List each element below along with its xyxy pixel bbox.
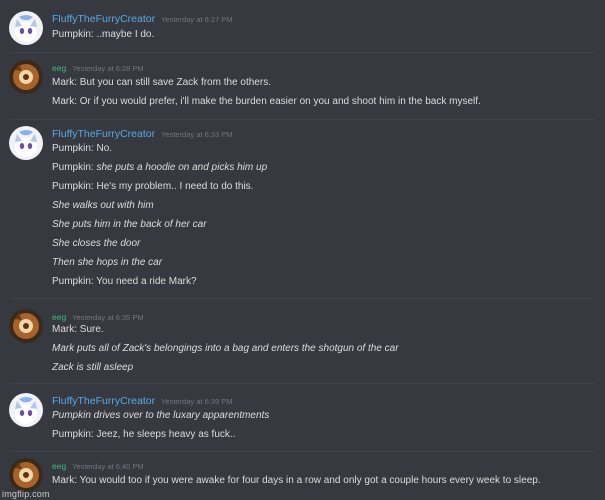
divider (10, 383, 595, 384)
message-line: Pumpkin drives over to the luxary appare… (52, 409, 269, 422)
speaker: Pumpkin: (52, 429, 94, 440)
message-line: Then she hops in the car (52, 256, 162, 269)
message-group: eeg Yesterday at 6:35 PM Mark: Sure. Mark… (0, 309, 605, 375)
username-fluffy[interactable]: FluffyTheFurryCreator (52, 13, 155, 25)
speaker: Mark: (52, 77, 77, 88)
message-line: She closes the door (52, 237, 140, 250)
timestamp: Yesterday at 6:33 PM (161, 130, 233, 139)
message-text: He's my problem.. I need to do this. (93, 181, 254, 192)
message-line: Pumpkin: Jeez, he sleeps heavy as fuck.. (52, 428, 235, 441)
message-text: Jeez, he sleeps heavy as fuck.. (93, 429, 236, 440)
message-text: She walks out with him (52, 200, 154, 211)
message-group: FluffyTheFurryCreator Yesterday at 6:39 P… (0, 393, 605, 443)
speaker: Mark: (52, 475, 77, 486)
timestamp: Yesterday at 6:27 PM (161, 15, 233, 24)
message-group: eeg Yesterday at 6:40 PM Mark: You would … (0, 458, 605, 494)
message-text: Mark puts all of Zack's belongings into … (52, 343, 399, 354)
message-line: Pumpkin: No. (52, 142, 112, 155)
watermark: imgflip.com (2, 489, 50, 499)
message-text: she puts a hoodie on and picks him up (93, 162, 268, 173)
message-text: Zack is still asleep (52, 362, 134, 373)
timestamp: Yesterday at 6:35 PM (72, 313, 144, 322)
message-line: Mark: But you can still save Zack from t… (52, 76, 271, 89)
message-text: But you can still save Zack from the oth… (77, 77, 271, 88)
message-line: She puts him in the back of her car (52, 218, 207, 231)
message-line: Mark: You would too if you were awake fo… (52, 474, 541, 487)
message-header: FluffyTheFurryCreator Yesterday at 6:39 P… (52, 393, 233, 407)
message-text: ..maybe I do. (93, 29, 155, 40)
speaker: Mark: (52, 96, 77, 107)
chat-log: FluffyTheFurryCreator Yesterday at 6:27 P… (0, 0, 605, 500)
avatar-fluffy[interactable] (9, 393, 43, 427)
fluffy-avatar-icon (9, 126, 43, 160)
message-header: FluffyTheFurryCreator Yesterday at 6:33 P… (52, 126, 233, 140)
fluffy-avatar-icon (9, 393, 43, 427)
divider (10, 298, 595, 299)
message-line: Pumpkin: she puts a hoodie on and picks … (52, 161, 267, 174)
message-line: Zack is still asleep (52, 361, 133, 374)
timestamp: Yesterday at 6:39 PM (161, 397, 233, 406)
message-line: She walks out with him (52, 199, 154, 212)
speaker: Pumpkin: (52, 162, 94, 173)
message-line: Pumpkin: He's my problem.. I need to do … (52, 180, 253, 193)
username-fluffy[interactable]: FluffyTheFurryCreator (52, 128, 155, 140)
username-eeg[interactable]: eeg (52, 63, 66, 73)
message-text: Then she hops in the car (52, 257, 163, 268)
message-text: Or if you would prefer, i'll make the bu… (77, 96, 481, 107)
message-header: eeg Yesterday at 6:28 PM (52, 60, 144, 74)
avatar-eeg[interactable] (9, 458, 43, 492)
timestamp: Yesterday at 6:28 PM (72, 64, 144, 73)
message-text: You would too if you were awake for four… (77, 475, 541, 486)
message-line: Pumpkin: You need a ride Mark? (52, 275, 197, 288)
divider (10, 451, 595, 452)
message-text: No. (93, 143, 113, 154)
speaker: Pumpkin: (52, 143, 94, 154)
speaker: Pumpkin: (52, 29, 94, 40)
message-text: She closes the door (52, 238, 141, 249)
fluffy-avatar-icon (9, 11, 43, 45)
message-line: Mark: Sure. (52, 323, 104, 336)
speaker: Pumpkin: (52, 276, 94, 287)
message-group: FluffyTheFurryCreator Yesterday at 6:27 P… (0, 11, 605, 47)
avatar-eeg[interactable] (9, 309, 43, 343)
message-header: eeg Yesterday at 6:40 PM (52, 458, 144, 472)
message-group: eeg Yesterday at 6:28 PM Mark: But you ca… (0, 60, 605, 116)
avatar-fluffy[interactable] (9, 126, 43, 160)
message-header: FluffyTheFurryCreator Yesterday at 6:27 P… (52, 11, 233, 25)
message-text: You need a ride Mark? (93, 276, 197, 287)
divider (10, 52, 595, 53)
message-group: FluffyTheFurryCreator Yesterday at 6:33 P… (0, 126, 605, 292)
message-line: Mark puts all of Zack's belongings into … (52, 342, 399, 355)
username-fluffy[interactable]: FluffyTheFurryCreator (52, 395, 155, 407)
message-text: Sure. (77, 324, 104, 335)
username-eeg[interactable]: eeg (52, 312, 66, 322)
avatar-eeg[interactable] (9, 60, 43, 94)
divider (10, 119, 595, 120)
eeg-avatar-icon (9, 309, 43, 343)
timestamp: Yesterday at 6:40 PM (72, 462, 144, 471)
speaker: Mark: (52, 324, 77, 335)
message-line: Pumpkin: ..maybe I do. (52, 28, 154, 41)
message-text: She puts him in the back of her car (52, 219, 207, 230)
message-line: Mark: Or if you would prefer, i'll make … (52, 95, 481, 108)
message-header: eeg Yesterday at 6:35 PM (52, 309, 144, 323)
message-text: Pumpkin drives over to the luxary appare… (52, 410, 270, 421)
eeg-avatar-icon (9, 458, 43, 492)
speaker: Pumpkin: (52, 181, 94, 192)
avatar-fluffy[interactable] (9, 11, 43, 45)
eeg-avatar-icon (9, 60, 43, 94)
username-eeg[interactable]: eeg (52, 461, 66, 471)
